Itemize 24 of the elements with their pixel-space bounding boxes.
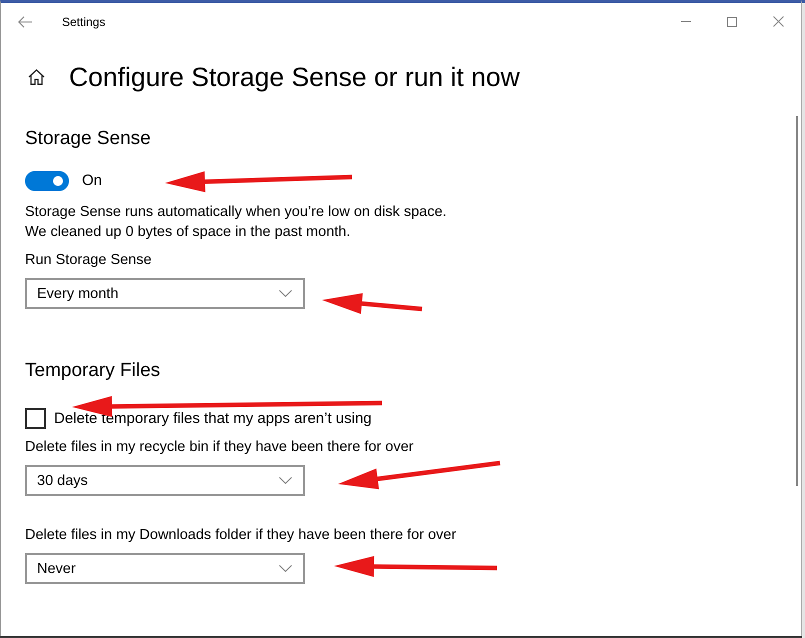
maximize-icon bbox=[727, 16, 737, 26]
dropdown-label: Delete files in my recycle bin if they have been there for over bbox=[25, 438, 414, 457]
dropdown[interactable]: Never bbox=[25, 553, 305, 584]
close-icon bbox=[772, 16, 784, 27]
back-arrow-icon bbox=[18, 16, 32, 28]
chevron-down-icon bbox=[279, 565, 292, 572]
minimize-icon bbox=[681, 21, 691, 22]
dropdown-label: Run Storage Sense bbox=[25, 251, 152, 270]
section-title: Temporary Files bbox=[25, 359, 162, 383]
chevron-down-icon bbox=[279, 477, 292, 484]
section-title: Storage Sense bbox=[25, 127, 152, 151]
dropdown-label: Delete files in my Downloads folder if they have been there for over bbox=[25, 526, 456, 545]
dropdown[interactable]: Every month bbox=[25, 278, 305, 309]
description-text: Storage Sense runs automatically when you’re low on disk space. We cleaned up 0 bytes of space in the past month. bbox=[25, 203, 447, 242]
chevron-down-icon bbox=[279, 290, 292, 297]
dropdown[interactable]: 30 days bbox=[25, 465, 305, 496]
toggle-switch[interactable] bbox=[25, 171, 69, 191]
page-title: Configure Storage Sense or run it now bbox=[69, 61, 520, 94]
checkbox[interactable] bbox=[25, 408, 46, 429]
scrollbar-thumb[interactable] bbox=[796, 116, 798, 486]
window-title: Settings bbox=[62, 14, 106, 28]
home-icon[interactable] bbox=[28, 69, 45, 85]
toggle-label: On bbox=[82, 171, 102, 191]
checkbox-label[interactable]: Delete temporary files that my apps aren’t using bbox=[54, 408, 372, 429]
